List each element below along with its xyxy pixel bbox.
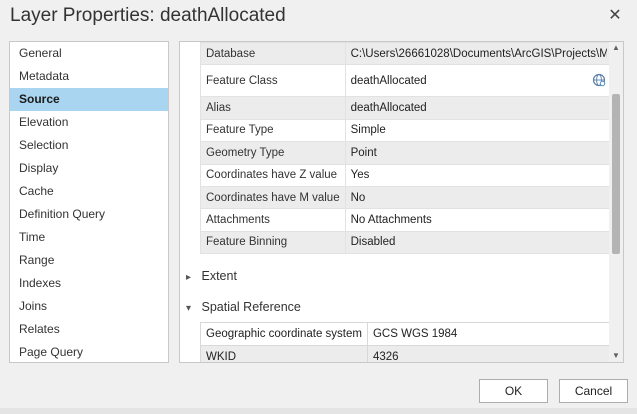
property-value: GCS WGS 1984 [366, 322, 611, 346]
sidebar-item-display[interactable]: Display [10, 157, 168, 180]
sidebar-item-source[interactable]: Source [10, 88, 168, 111]
cancel-button[interactable]: Cancel [559, 379, 628, 403]
table-row: WKID 4326 [200, 345, 611, 362]
property-value: No Attachments [344, 208, 613, 232]
sidebar-item-definition-query[interactable]: Definition Query [10, 203, 168, 226]
sidebar-item-cache[interactable]: Cache [10, 180, 168, 203]
table-row: Geometry Type Point [200, 141, 613, 165]
sidebar-item-general[interactable]: General [10, 42, 168, 65]
source-panel: Database C:\Users\26661028\Documents\Arc… [179, 41, 624, 363]
feature-class-value: deathAllocated [350, 74, 427, 87]
extent-label: Extent [201, 269, 237, 283]
sidebar-item-selection[interactable]: Selection [10, 134, 168, 157]
property-key: WKID [200, 345, 368, 362]
window-bottom-edge [0, 408, 637, 414]
property-value: Simple [344, 118, 613, 143]
table-row: Database C:\Users\26661028\Documents\Arc… [200, 42, 613, 66]
property-value: 4326 [366, 345, 611, 362]
feature-class-globe-icon[interactable] [592, 73, 606, 87]
scroll-up-icon[interactable]: ▲ [609, 42, 623, 54]
property-key: Database [200, 42, 346, 66]
property-key: Feature Type [200, 118, 346, 143]
property-key: Feature Binning [200, 230, 346, 255]
sidebar-item-joins[interactable]: Joins [10, 295, 168, 318]
sidebar-item-indexes[interactable]: Indexes [10, 272, 168, 295]
property-key: Coordinates have M value [200, 185, 346, 210]
table-row: Feature Binning Disabled [200, 230, 613, 255]
property-key: Feature Class [200, 64, 346, 98]
property-value: deathAllocated [344, 64, 613, 98]
property-value: Point [344, 141, 613, 165]
extent-section-header[interactable]: ▸ Extent [186, 269, 237, 283]
database-path: C:\Users\26661028\Documents\ArcGIS\Proje… [350, 47, 607, 60]
property-key: Geometry Type [200, 141, 346, 165]
ok-button[interactable]: OK [479, 379, 548, 403]
sidebar-item-relates[interactable]: Relates [10, 318, 168, 341]
property-key: Geographic coordinate system [200, 322, 368, 346]
table-row: Feature Type Simple [200, 118, 613, 143]
source-properties-table: Database C:\Users\26661028\Documents\Arc… [200, 42, 613, 255]
table-row: Geographic coordinate system GCS WGS 198… [200, 322, 611, 346]
close-icon[interactable]: ✕ [605, 6, 625, 26]
table-row: Alias deathAllocated [200, 96, 613, 120]
chevron-down-icon: ▾ [186, 303, 192, 314]
spatial-reference-section-header[interactable]: ▾ Spatial Reference [186, 300, 301, 314]
scrollbar-thumb[interactable] [612, 94, 620, 254]
table-row: Attachments No Attachments [200, 208, 613, 232]
sidebar-item-metadata[interactable]: Metadata [10, 65, 168, 88]
sidebar-item-range[interactable]: Range [10, 249, 168, 272]
chevron-right-icon: ▸ [186, 272, 192, 283]
vertical-scrollbar[interactable]: ▲ ▼ [609, 42, 623, 362]
property-key: Attachments [200, 208, 346, 232]
spatial-reference-label: Spatial Reference [201, 300, 301, 314]
property-key: Alias [200, 96, 346, 120]
table-row: Coordinates have Z value Yes [200, 163, 613, 187]
sidebar: General Metadata Source Elevation Select… [9, 41, 169, 363]
table-row: Coordinates have M value No [200, 185, 613, 210]
sidebar-item-page-query[interactable]: Page Query [10, 341, 168, 362]
property-value: Disabled [344, 230, 613, 255]
property-value: Yes [344, 163, 613, 187]
title-bar: Layer Properties: deathAllocated ✕ [0, 0, 637, 34]
sidebar-item-time[interactable]: Time [10, 226, 168, 249]
property-value: No [344, 185, 613, 210]
sidebar-item-elevation[interactable]: Elevation [10, 111, 168, 134]
spatial-reference-table: Geographic coordinate system GCS WGS 198… [200, 322, 611, 362]
table-row: Feature Class deathAllocated [200, 64, 613, 98]
scroll-down-icon[interactable]: ▼ [609, 350, 623, 362]
property-value: C:\Users\26661028\Documents\ArcGIS\Proje… [344, 42, 613, 66]
property-key: Coordinates have Z value [200, 163, 346, 187]
property-value: deathAllocated [344, 96, 613, 120]
window-title: Layer Properties: deathAllocated [10, 5, 286, 26]
